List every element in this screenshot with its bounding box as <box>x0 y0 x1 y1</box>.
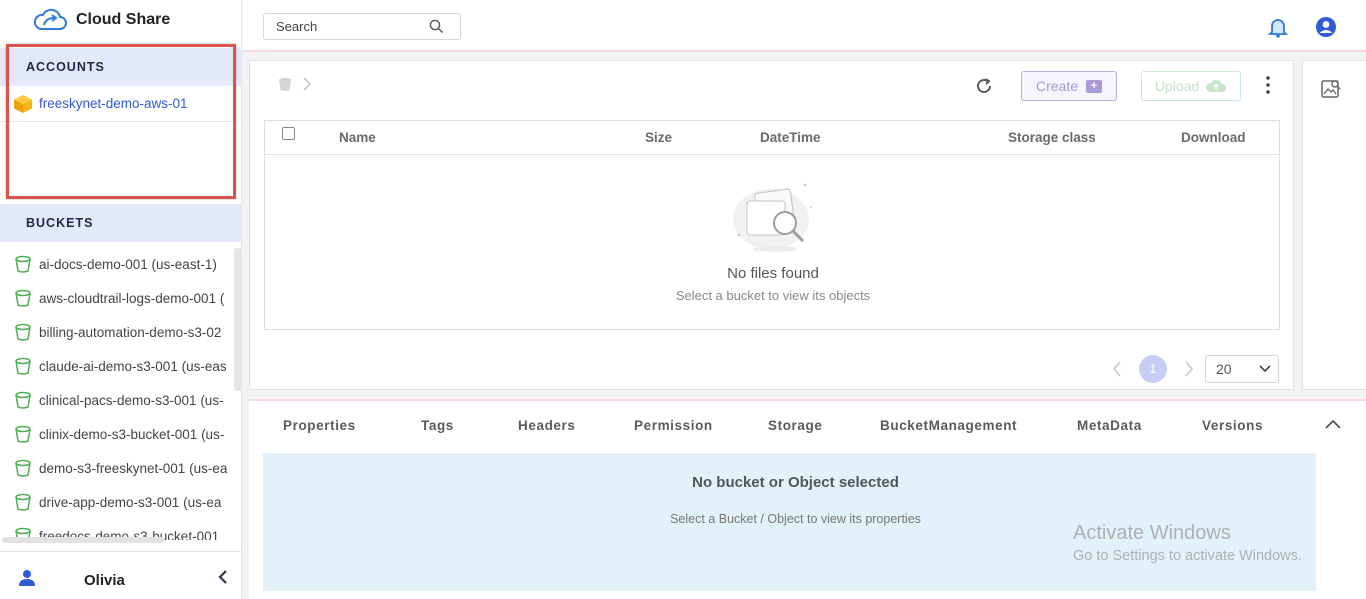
bucket-label: demo-s3-freeskynet-001 (us-ea <box>39 460 228 476</box>
chevron-down-icon <box>1259 365 1271 373</box>
watermark-line1: Activate Windows <box>1073 522 1231 544</box>
breadcrumb-chevron-icon <box>303 77 312 91</box>
tab-headers[interactable]: Headers <box>518 418 575 433</box>
bucket-icon <box>15 425 31 443</box>
bucket-root-icon[interactable] <box>276 75 294 93</box>
objects-table: Name Size DateTime Storage class Downloa… <box>264 120 1280 330</box>
bucket-label: ai-docs-demo-001 (us-east-1) <box>39 256 217 272</box>
bucket-label: clinical-pacs-demo-s3-001 (us- <box>39 392 224 408</box>
file-browser-panel: Create + Upload Name Size DateTime Stora… <box>249 60 1294 390</box>
bucket-item[interactable]: clinix-demo-s3-bucket-001 (us- <box>0 417 234 451</box>
bucket-icon <box>15 459 31 477</box>
preview-side-panel <box>1302 60 1366 390</box>
user-name: Olivia <box>84 572 125 589</box>
upload-button[interactable]: Upload <box>1141 71 1241 101</box>
bucket-icon <box>15 323 31 341</box>
account-label: freeskynet-demo-aws-01 <box>39 96 188 111</box>
bucket-item[interactable]: billing-automation-demo-s3-02 <box>0 315 234 349</box>
bucket-icon <box>15 357 31 375</box>
create-button-label: Create <box>1035 78 1079 94</box>
aws-cube-icon <box>14 94 32 113</box>
column-storage-class[interactable]: Storage class <box>1008 130 1096 145</box>
tab-tags[interactable]: Tags <box>421 418 454 433</box>
top-bar <box>243 0 1366 52</box>
bucket-item[interactable]: aws-cloudtrail-logs-demo-001 ( <box>0 281 234 315</box>
app-title: Cloud Share <box>76 11 171 28</box>
bucket-icon <box>15 289 31 307</box>
bucket-label: drive-app-demo-s3-001 (us-ea <box>39 494 222 510</box>
notification-bell-icon[interactable] <box>1267 16 1289 38</box>
new-folder-icon: + <box>1086 79 1103 93</box>
previous-page-icon[interactable] <box>1112 361 1122 377</box>
properties-panel: Properties Tags Headers Permission Stora… <box>249 399 1366 599</box>
properties-empty-title: No bucket or Object selected <box>692 474 899 491</box>
bucket-label: aws-cloudtrail-logs-demo-001 ( <box>39 290 225 306</box>
sidebar: Cloud Share ACCOUNTS freeskynet-demo-aws… <box>0 0 242 599</box>
tab-bucket-management[interactable]: BucketManagement <box>880 418 1017 433</box>
activate-windows-watermark: Activate Windows Go to Settings to activ… <box>1073 522 1302 564</box>
refresh-icon[interactable] <box>975 77 993 95</box>
bucket-item[interactable]: clinical-pacs-demo-s3-001 (us- <box>0 383 234 417</box>
search-icon[interactable] <box>429 19 444 34</box>
brand[interactable]: Cloud Share <box>32 6 170 34</box>
bucket-label: clinix-demo-s3-bucket-001 (us- <box>39 426 225 442</box>
tab-properties[interactable]: Properties <box>283 418 356 433</box>
tab-permission[interactable]: Permission <box>634 418 713 433</box>
cloud-share-logo-icon <box>33 8 67 30</box>
bucket-label: claude-ai-demo-s3-001 (us-eas <box>39 358 227 374</box>
table-header: Name Size DateTime Storage class Downloa… <box>265 121 1279 155</box>
search-box <box>263 13 461 40</box>
bucket-item[interactable]: claude-ai-demo-s3-001 (us-eas <box>0 349 234 383</box>
user-bar: Olivia <box>0 551 242 599</box>
create-button[interactable]: Create + <box>1021 71 1117 101</box>
bucket-item[interactable]: ai-docs-demo-001 (us-east-1) <box>0 247 234 281</box>
column-download: Download <box>1181 130 1246 145</box>
bucket-label: billing-automation-demo-s3-02 <box>39 324 222 340</box>
tab-storage[interactable]: Storage <box>768 418 822 433</box>
bucket-item[interactable]: drive-app-demo-s3-001 (us-ea <box>0 485 234 519</box>
tab-metadata[interactable]: MetaData <box>1077 418 1142 433</box>
search-input[interactable] <box>264 14 424 39</box>
empty-state-subtitle: Select a bucket to view its objects <box>675 288 871 303</box>
bucket-list-vertical-scrollbar[interactable] <box>234 248 242 391</box>
accounts-header: ACCOUNTS <box>0 48 242 86</box>
collapse-sidebar-icon[interactable] <box>216 569 230 585</box>
select-all-checkbox[interactable] <box>282 127 295 140</box>
empty-state-title: No files found <box>727 265 819 282</box>
tab-versions[interactable]: Versions <box>1202 418 1263 433</box>
column-name[interactable]: Name <box>339 130 376 145</box>
bucket-icon <box>15 255 31 273</box>
bucket-icon <box>15 493 31 511</box>
chevron-up-icon[interactable] <box>1325 419 1341 429</box>
empty-folder-illustration-icon <box>733 183 812 252</box>
bucket-icon <box>15 391 31 409</box>
cloud-upload-icon <box>1206 79 1227 92</box>
user-icon[interactable] <box>18 569 36 587</box>
more-options-icon[interactable] <box>1262 75 1274 95</box>
column-datetime[interactable]: DateTime <box>760 130 821 145</box>
bucket-item[interactable]: demo-s3-freeskynet-001 (us-ea <box>0 451 234 485</box>
next-page-icon[interactable] <box>1184 361 1194 377</box>
profile-icon[interactable] <box>1315 16 1337 38</box>
image-search-icon[interactable] <box>1320 78 1342 100</box>
upload-button-label: Upload <box>1154 78 1200 94</box>
page-size-value: 20 <box>1216 361 1232 377</box>
bucket-list-horizontal-scrollbar[interactable] <box>2 537 164 543</box>
current-page[interactable]: 1 <box>1139 355 1167 383</box>
account-item[interactable]: freeskynet-demo-aws-01 <box>0 86 238 122</box>
bucket-list: ai-docs-demo-001 (us-east-1) aws-cloudtr… <box>0 247 234 540</box>
buckets-header: BUCKETS <box>0 204 242 242</box>
watermark-line2: Go to Settings to activate Windows. <box>1073 548 1302 564</box>
page-size-select[interactable]: 20 <box>1205 355 1279 383</box>
column-size[interactable]: Size <box>645 130 672 145</box>
